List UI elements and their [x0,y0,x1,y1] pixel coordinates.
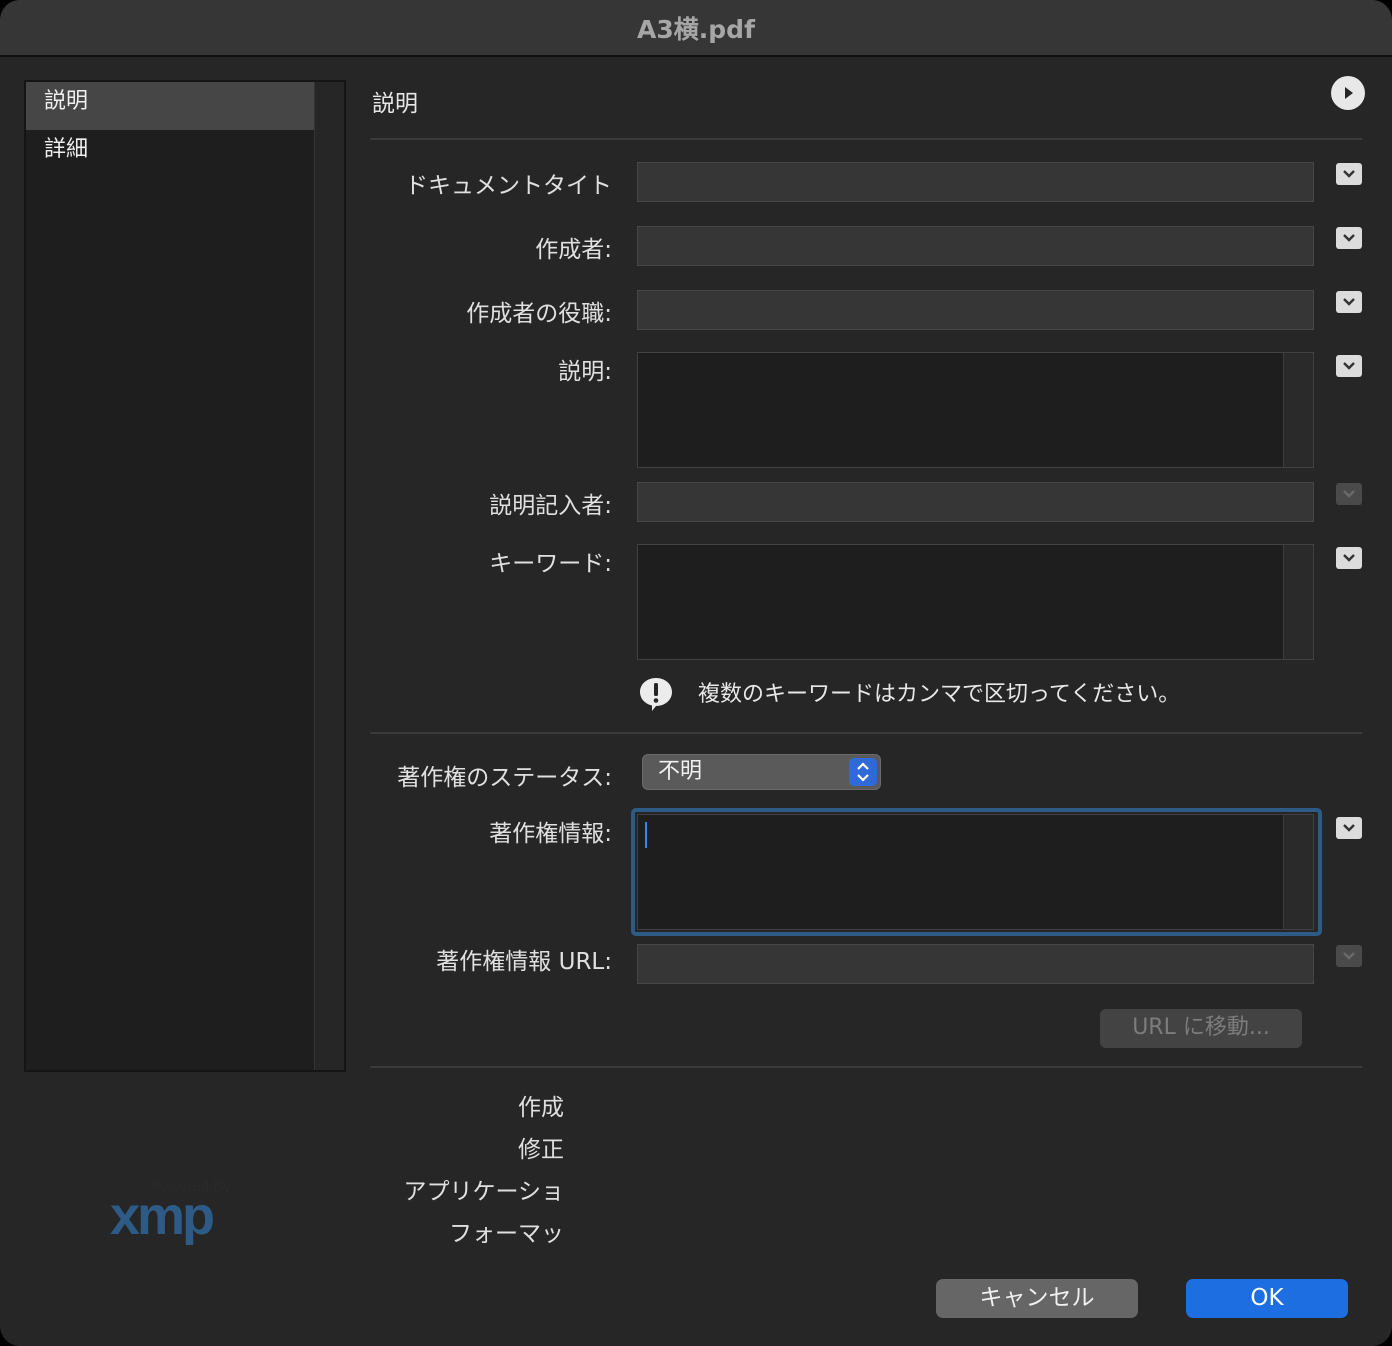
keywords-dropdown[interactable] [1336,547,1362,569]
section-divider [370,1066,1362,1068]
section-divider [370,138,1362,140]
window-title: A3横.pdf [0,0,1392,57]
chevron-down-icon [1343,952,1355,960]
created-label: 作成 [518,1095,564,1121]
doc-title-dropdown[interactable] [1336,163,1362,185]
chevron-down-icon [1343,824,1355,832]
application-label: アプリケーショ [403,1179,564,1205]
chevron-down-icon [1343,362,1355,370]
description-writer-input[interactable] [637,482,1314,522]
format-label: フォーマッ [449,1221,564,1247]
play-menu-icon[interactable] [1331,76,1365,110]
go-to-url-button[interactable]: URL に移動... [1100,1009,1302,1048]
sidebar-item-description[interactable]: 説明 [26,82,316,130]
keywords-scrollbar[interactable] [1283,545,1313,659]
section-divider [370,732,1362,734]
focus-ring [631,808,1322,936]
copyright-url-label: 著作権情報 URL: [436,949,612,975]
copyright-info-dropdown[interactable] [1336,817,1362,839]
description-writer-dropdown[interactable] [1336,483,1362,505]
keywords-textarea[interactable] [637,544,1314,660]
description-textarea[interactable] [637,352,1314,468]
author-title-input[interactable] [637,290,1314,330]
doc-title-input[interactable] [637,162,1314,202]
author-title-dropdown[interactable] [1336,291,1362,313]
copyright-status-label: 著作権のステータス: [397,765,612,791]
chevron-down-icon [1343,490,1355,498]
description-dropdown[interactable] [1336,355,1362,377]
sidebar-scrollbar[interactable] [314,82,344,1070]
section-title: 説明 [372,91,418,117]
description-scrollbar[interactable] [1283,353,1313,467]
doc-title-label: ドキュメントタイト [405,173,612,199]
chevron-down-icon [1343,554,1355,562]
svg-text:xmp: xmp [110,1186,213,1246]
updown-chevron-icon [849,758,877,786]
sidebar-item-details[interactable]: 詳細 [26,130,316,178]
copyright-status-select[interactable]: 不明 [642,754,881,790]
xmp-logo: Powered By xmp [110,1178,231,1246]
description-writer-label: 説明記入者: [489,493,612,519]
copyright-url-input[interactable] [637,944,1314,984]
chevron-down-icon [1343,234,1355,242]
author-dropdown[interactable] [1336,227,1362,249]
author-title-label: 作成者の役職: [466,301,612,327]
author-input[interactable] [637,226,1314,266]
description-label: 説明: [558,359,612,385]
copyright-info-label: 著作権情報: [489,821,612,847]
cancel-button[interactable]: キャンセル [936,1279,1138,1318]
ok-button[interactable]: OK [1186,1279,1348,1318]
modified-label: 修正 [518,1137,564,1163]
copyright-status-value: 不明 [658,759,703,784]
keywords-label: キーワード: [489,551,612,577]
author-label: 作成者: [535,237,612,263]
category-sidebar: 説明 詳細 [24,80,346,1072]
document-properties-dialog: A3横.pdf 説明 詳細 説明 ドキュメントタイト 作成者: 作成者の役職: … [0,0,1392,1346]
text-caret [645,822,647,848]
chevron-down-icon [1343,298,1355,306]
alert-bubble-icon [640,678,672,711]
keywords-hint: 複数のキーワードはカンマで区切ってください。 [698,682,1181,707]
chevron-down-icon [1343,170,1355,178]
copyright-url-dropdown[interactable] [1336,945,1362,967]
